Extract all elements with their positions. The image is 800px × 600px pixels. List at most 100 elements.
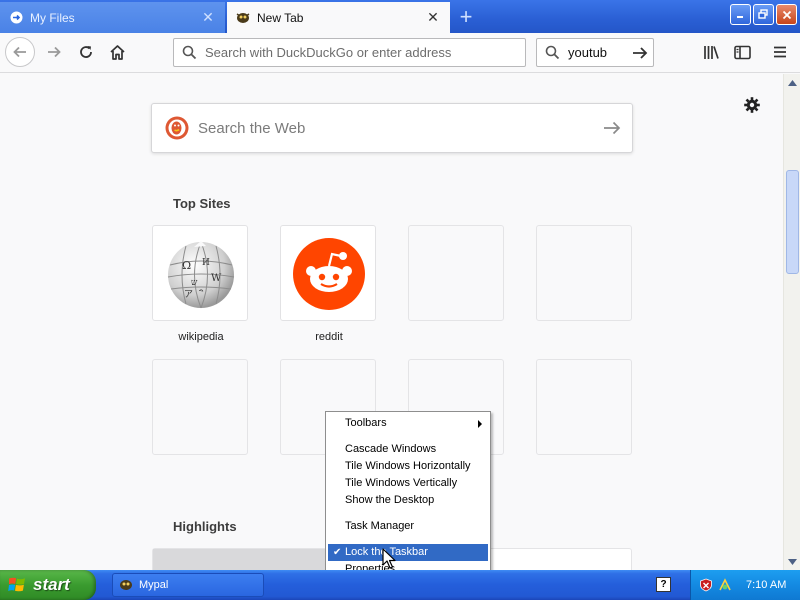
restore-icon xyxy=(758,9,768,19)
new-tab-button[interactable]: + xyxy=(452,4,480,30)
top-sites-heading: Top Sites xyxy=(173,196,231,211)
menu-item-label: Cascade Windows xyxy=(345,443,437,455)
minimize-icon xyxy=(737,16,743,18)
highlights-heading: Highlights xyxy=(173,519,237,534)
tab-my-files[interactable]: My Files ✕ xyxy=(0,2,225,33)
my-files-tab-icon xyxy=(9,11,23,25)
address-bar[interactable]: Search with DuckDuckGo or enter address xyxy=(173,38,526,67)
web-search-box[interactable]: Search the Web xyxy=(151,103,633,153)
windows-logo-icon xyxy=(8,577,25,592)
menu-item-label: Toolbars xyxy=(345,417,387,429)
minimize-button[interactable] xyxy=(730,4,751,25)
hamburger-icon xyxy=(774,46,786,58)
restore-button[interactable] xyxy=(753,4,774,25)
top-site-tile-reddit[interactable]: reddit xyxy=(280,225,377,343)
close-tab-icon[interactable]: ✕ xyxy=(200,9,216,26)
close-icon xyxy=(782,10,791,19)
address-bar-placeholder: Search with DuckDuckGo or enter address xyxy=(205,45,452,60)
menu-item-show-desktop[interactable]: Show the Desktop xyxy=(328,492,488,509)
help-icon[interactable]: ? xyxy=(656,577,671,592)
arrow-right-icon xyxy=(604,121,621,135)
menu-item-label: Show the Desktop xyxy=(345,494,435,506)
customize-button[interactable] xyxy=(741,94,763,116)
arrow-right-icon xyxy=(633,46,648,59)
start-label: start xyxy=(33,575,70,594)
empty-top-site-slot xyxy=(408,225,504,321)
window-controls xyxy=(730,4,797,25)
menu-item-label: Tile Windows Horizontally xyxy=(345,460,471,472)
web-search-placeholder: Search the Web xyxy=(198,119,306,137)
vertical-scrollbar[interactable] xyxy=(783,74,800,570)
clock[interactable]: 7:10 AM xyxy=(746,579,786,591)
menu-separator xyxy=(330,436,486,437)
search-bar[interactable]: youtub xyxy=(536,38,654,67)
menu-item-tile-vertically[interactable]: Tile Windows Vertically xyxy=(328,475,488,492)
web-search-submit[interactable] xyxy=(592,120,632,136)
submenu-arrow-icon xyxy=(478,420,482,428)
taskbar-button-mypal[interactable]: Mypal xyxy=(112,573,264,597)
tab-new-tab[interactable]: New Tab ✕ xyxy=(227,2,450,33)
reload-button[interactable] xyxy=(71,37,101,67)
mouse-cursor-icon xyxy=(382,548,396,569)
empty-top-site-slot xyxy=(152,359,248,455)
menu-item-tile-horizontally[interactable]: Tile Windows Horizontally xyxy=(328,458,488,475)
library-icon xyxy=(703,45,719,59)
close-tab-icon[interactable]: ✕ xyxy=(425,9,441,26)
forward-button[interactable] xyxy=(39,37,69,67)
menu-item-label: Tile Windows Vertically xyxy=(345,477,458,489)
scrollbar-thumb[interactable] xyxy=(786,170,799,274)
sidebar-icon xyxy=(733,45,751,59)
sidebar-toggle-button[interactable] xyxy=(728,38,756,66)
search-go-button[interactable] xyxy=(627,46,653,60)
tab-title: My Files xyxy=(30,10,75,25)
home-icon xyxy=(109,44,125,60)
menu-item-label: Task Manager xyxy=(345,520,415,532)
menu-separator xyxy=(330,539,486,540)
security-shield-icon[interactable] xyxy=(699,578,713,592)
top-site-tile-wikipedia[interactable]: Ω И W ש ิ ア wikipedia xyxy=(152,225,249,343)
svg-text:ש: ש xyxy=(191,278,198,288)
wikipedia-icon: Ω И W ש ิ ア xyxy=(153,226,249,322)
search-bar-value: youtub xyxy=(568,45,608,60)
menu-button[interactable] xyxy=(766,38,794,66)
highlight-thumbnail xyxy=(153,549,333,570)
svg-text:И: И xyxy=(202,258,210,268)
menu-item-lock-taskbar[interactable]: ✔ Lock the Taskbar xyxy=(328,544,488,561)
library-button[interactable] xyxy=(697,38,725,66)
menu-item-toolbars[interactable]: Toolbars xyxy=(328,415,488,432)
start-button[interactable]: start xyxy=(0,570,96,600)
menu-item-task-manager[interactable]: Task Manager xyxy=(328,518,488,535)
taskbar-button-label: Mypal xyxy=(139,579,169,591)
back-button[interactable] xyxy=(5,37,35,67)
system-tray: 7:10 AM xyxy=(690,570,800,600)
checkmark-icon: ✔ xyxy=(333,547,342,558)
reddit-icon xyxy=(281,226,377,322)
search-icon xyxy=(545,45,560,60)
back-arrow-icon xyxy=(13,46,26,58)
svg-text:W: W xyxy=(211,273,222,284)
menu-item-cascade-windows[interactable]: Cascade Windows xyxy=(328,441,488,458)
empty-top-site-slot xyxy=(536,225,632,321)
tab-title: New Tab xyxy=(257,10,304,25)
close-window-button[interactable] xyxy=(776,4,797,25)
top-site-label: wikipedia xyxy=(178,331,224,343)
scroll-up-arrow-icon[interactable] xyxy=(785,75,800,90)
mypal-icon xyxy=(120,580,132,590)
home-button[interactable] xyxy=(102,37,132,67)
taskbar-context-menu: Toolbars Cascade Windows Tile Windows Ho… xyxy=(325,411,491,582)
svg-text:Ω: Ω xyxy=(182,259,191,272)
scroll-down-arrow-icon[interactable] xyxy=(785,554,800,569)
top-site-label: reddit xyxy=(315,331,343,343)
gear-icon xyxy=(744,97,760,113)
svg-text:ア: ア xyxy=(184,290,193,300)
tab-strip: My Files ✕ New Tab ✕ + xyxy=(0,0,800,33)
duckduckgo-icon xyxy=(165,116,189,140)
network-icon[interactable] xyxy=(717,578,733,592)
reload-icon xyxy=(80,46,92,58)
empty-top-site-slot xyxy=(536,359,632,455)
taskbar[interactable]: start Mypal ? 7:10 AM xyxy=(0,570,800,600)
navigation-toolbar: Search with DuckDuckGo or enter address … xyxy=(0,33,800,73)
forward-arrow-icon xyxy=(48,46,61,58)
search-icon xyxy=(182,45,197,60)
desktop: My Files ✕ New Tab ✕ + Search with DuckD… xyxy=(0,0,800,600)
